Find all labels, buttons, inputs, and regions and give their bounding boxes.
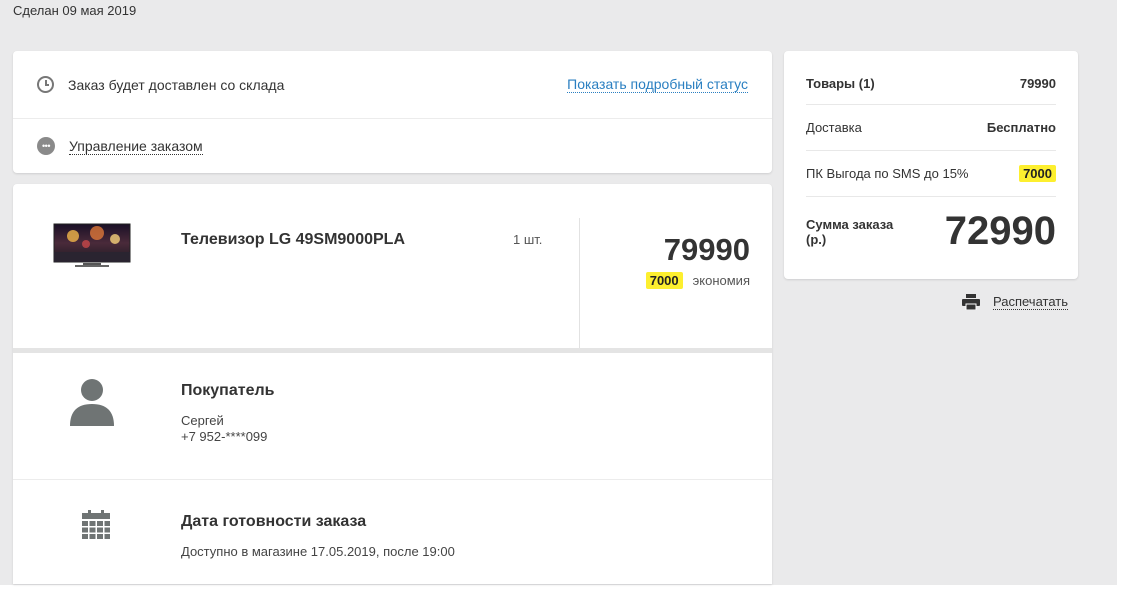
promo-value-badge: 7000 (1019, 165, 1056, 182)
summary-delivery-row: Доставка Бесплатно (806, 105, 1056, 151)
order-summary-card: Товары (1) 79990 Доставка Бесплатно ПК В… (784, 51, 1078, 279)
delivery-value: Бесплатно (986, 120, 1056, 135)
print-label[interactable]: Распечатать (993, 294, 1069, 310)
clock-icon (37, 76, 54, 93)
order-details-card: Телевизор LG 49SM9000PLA 1 шт. 79990 700… (13, 184, 772, 584)
buyer-phone: +7 952-****099 (181, 429, 268, 444)
show-detailed-status-link[interactable]: Показать подробный статус (567, 76, 748, 93)
buyer-title: Покупатель (181, 382, 275, 399)
section-divider-2 (13, 479, 772, 480)
order-status-card: Заказ будет доставлен со склада Показать… (13, 51, 772, 173)
saving-badge: 7000 (645, 272, 683, 289)
summary-goods-row: Товары (1) 79990 (806, 63, 1056, 105)
ready-date-title: Дата готовности заказа (181, 513, 367, 530)
manage-order-row[interactable]: ••• Управление заказом (13, 119, 772, 173)
delivery-status-row: Заказ будет доставлен со склада Показать… (13, 51, 772, 119)
total-value: 72990 (944, 209, 1056, 253)
person-icon (70, 379, 114, 426)
order-made-date: Сделан 09 мая 2019 (13, 3, 137, 18)
total-label: Сумма заказа (р.) (806, 217, 894, 247)
section-divider (13, 348, 772, 353)
price-divider (579, 218, 580, 348)
product-name[interactable]: Телевизор LG 49SM9000PLA (181, 231, 405, 249)
product-quantity: 1 шт. (513, 232, 543, 247)
goods-value: 79990 (1019, 76, 1056, 91)
product-price: 79990 (663, 232, 750, 267)
summary-promo-row: ПК Выгода по SMS до 15% 7000 (806, 151, 1056, 197)
promo-label: ПК Выгода по SMS до 15% (806, 166, 969, 181)
goods-label: Товары (1) (806, 76, 875, 91)
delivery-label: Доставка (806, 120, 862, 135)
saving-label: экономия (692, 273, 750, 288)
tv-product-image[interactable] (53, 222, 131, 268)
printer-icon (962, 294, 980, 310)
ready-date-text: Доступно в магазине 17.05.2019, после 19… (181, 544, 455, 559)
more-dots-icon: ••• (37, 137, 55, 155)
manage-order-link[interactable]: Управление заказом (69, 138, 203, 155)
delivery-status-text: Заказ будет доставлен со склада (68, 76, 285, 93)
calendar-icon (82, 510, 110, 539)
print-button[interactable]: Распечатать (962, 294, 1069, 310)
buyer-name: Сергей (181, 413, 224, 428)
product-saving: 7000 экономия (645, 272, 750, 289)
